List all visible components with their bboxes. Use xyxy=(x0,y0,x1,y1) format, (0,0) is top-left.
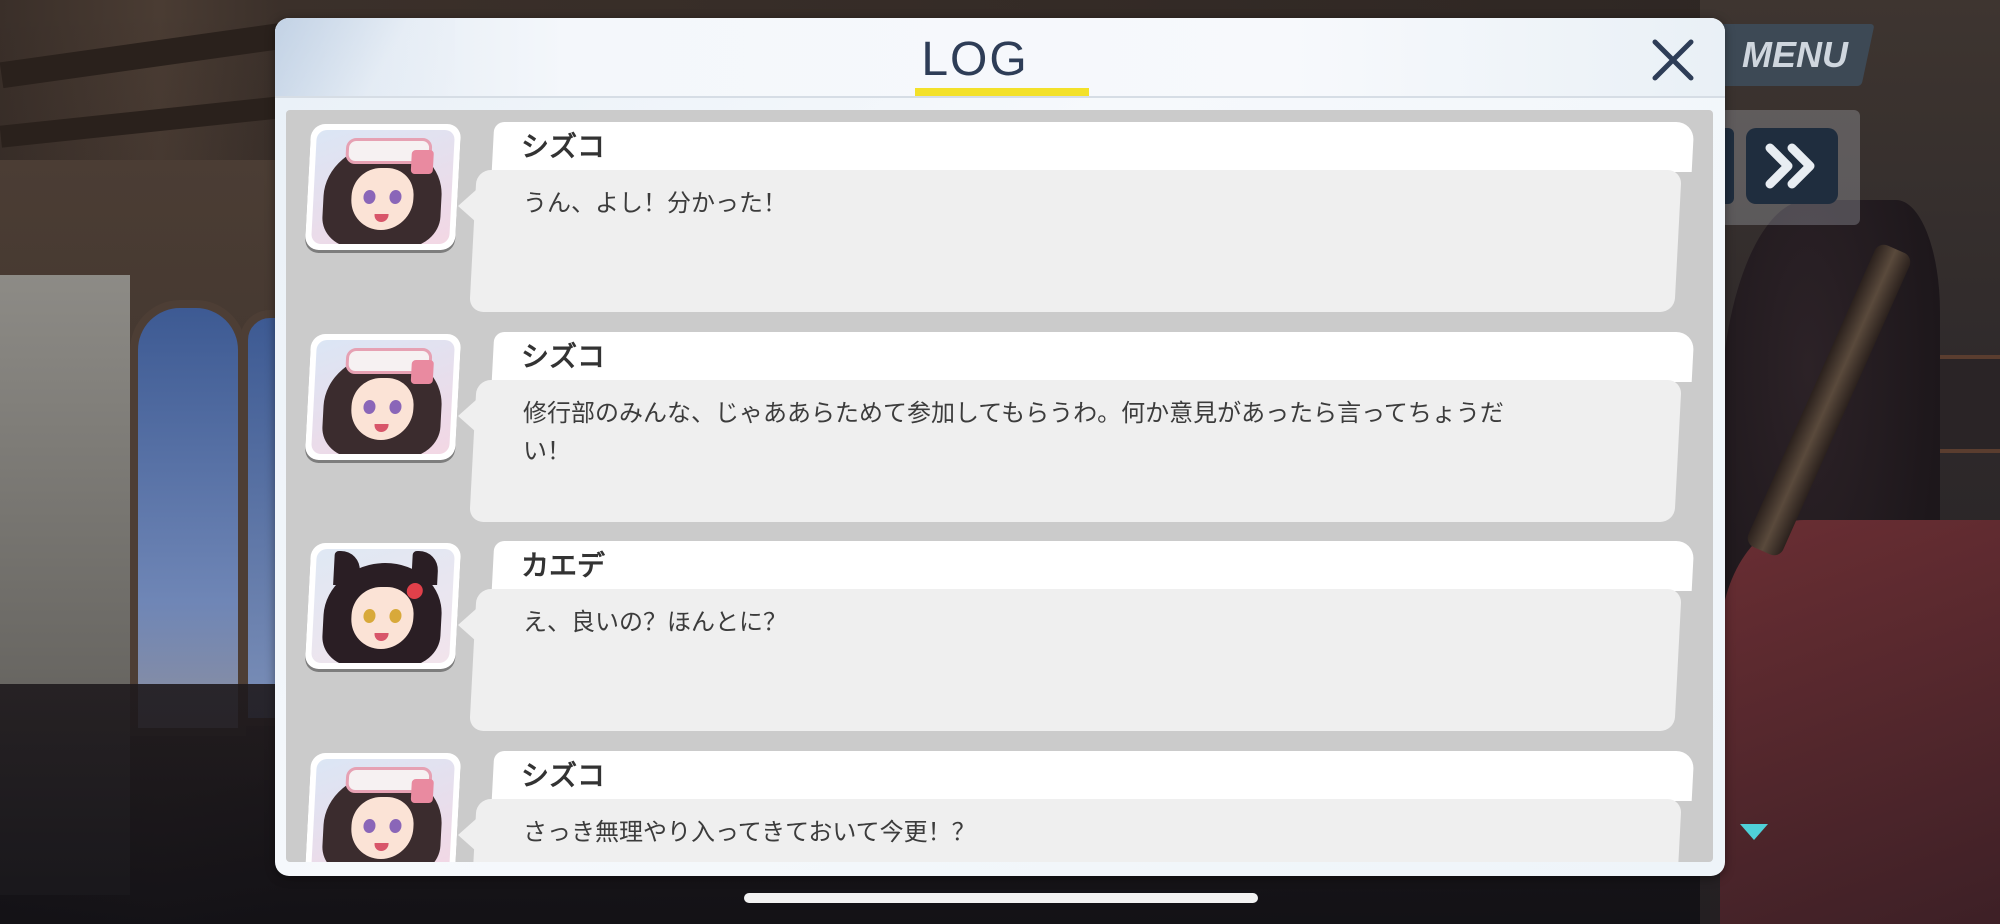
avatar-image xyxy=(311,759,455,862)
avatar-image xyxy=(311,340,455,454)
speaker-name: シズコ xyxy=(521,130,606,163)
log-entry: シズコ うん、よし！分かった！ xyxy=(286,112,1713,312)
speaker-avatar xyxy=(304,124,462,250)
speaker-name: シズコ xyxy=(521,340,606,373)
roof-beam xyxy=(0,17,321,89)
log-entry: シズコ さっき無理やり入ってきておいて今更！？ xyxy=(286,741,1713,862)
header-divider xyxy=(275,96,1725,98)
fast-forward-icon xyxy=(1765,143,1815,189)
menu-label[interactable]: MENU xyxy=(1730,30,1860,80)
message-text: え、良いの？ほんとに？ xyxy=(523,608,787,636)
close-button[interactable] xyxy=(1645,32,1701,88)
avatar-image xyxy=(311,130,455,244)
log-entry: カエデ え、良いの？ほんとに？ xyxy=(286,531,1713,731)
dialog-title: LOG xyxy=(921,33,1029,86)
name-plate xyxy=(491,541,1695,591)
fast-forward-button[interactable] xyxy=(1746,128,1838,204)
speaker-name: カエデ xyxy=(521,549,606,582)
speaker-name: シズコ xyxy=(521,759,606,792)
message-text: さっき無理やり入ってきておいて今更！？ xyxy=(523,818,976,846)
name-plate xyxy=(491,751,1695,801)
title-underline xyxy=(915,88,1089,96)
log-list[interactable]: シズコ うん、よし！分かった！ シズコ 修行部のみんな、じゃああらためて参加して… xyxy=(286,110,1713,862)
speaker-avatar xyxy=(304,334,462,460)
message-text: 修行部のみんな、じゃああらためて参加してもらうわ。何か意見があったら言ってちょう… xyxy=(523,399,1504,465)
avatar-image xyxy=(311,549,455,663)
speaker-avatar xyxy=(304,543,462,669)
name-plate xyxy=(491,122,1695,172)
log-dialog: LOG シズコ うん、よし！分かった！ シズコ 修行部のみんな、じゃああらためて… xyxy=(275,18,1725,876)
speaker-avatar xyxy=(304,753,462,862)
home-indicator[interactable] xyxy=(744,893,1258,903)
log-entry: シズコ 修行部のみんな、じゃああらためて参加してもらうわ。何か意見があったら言っ… xyxy=(286,322,1713,522)
arched-window xyxy=(130,300,246,736)
message-text: うん、よし！分かった！ xyxy=(523,189,787,217)
close-icon xyxy=(1652,39,1694,81)
character-dress xyxy=(1720,520,2000,924)
name-plate xyxy=(491,332,1695,382)
log-header: LOG xyxy=(275,18,1725,98)
header-decoration xyxy=(275,18,455,98)
roof-beam xyxy=(0,94,301,148)
advance-indicator-icon xyxy=(1740,824,1768,840)
